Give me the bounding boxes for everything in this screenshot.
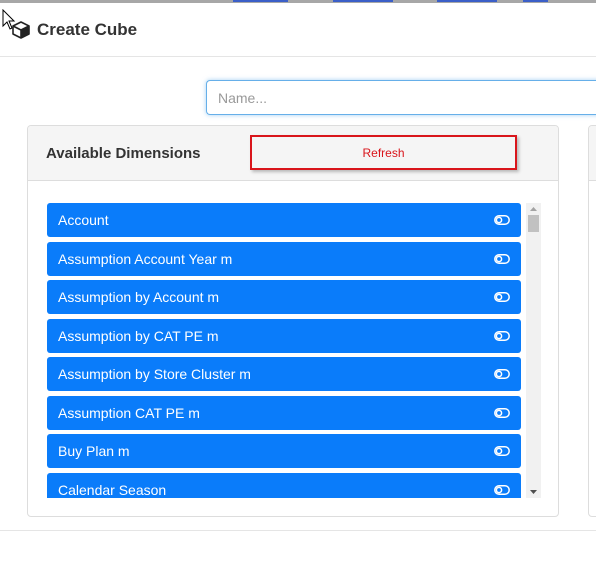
dimension-item[interactable]: Account	[47, 203, 521, 237]
panel-title: Available Dimensions	[46, 145, 201, 162]
dimension-item-label: Assumption by CAT PE m	[58, 328, 219, 344]
toggle-icon[interactable]	[494, 292, 510, 302]
page-header: Create Cube	[0, 5, 596, 57]
toggle-icon[interactable]	[494, 331, 510, 341]
toggle-icon[interactable]	[494, 446, 510, 456]
scrollbar-thumb[interactable]	[528, 215, 539, 232]
dimension-item-label: Assumption CAT PE m	[58, 405, 200, 421]
list-scrollbar[interactable]	[526, 203, 541, 498]
footer-divider	[0, 530, 596, 531]
dimensions-list-container: Account Assumption Account Year m Assump…	[47, 203, 541, 498]
scroll-down-arrow-icon[interactable]	[526, 486, 541, 498]
dimension-item-label: Buy Plan m	[58, 443, 130, 459]
dimension-item[interactable]: Assumption by Store Cluster m	[47, 357, 521, 391]
dimension-item[interactable]: Calendar Season	[47, 473, 521, 498]
top-nav-link[interactable]	[437, 0, 497, 2]
dimension-item[interactable]: Assumption CAT PE m	[47, 396, 521, 430]
toggle-icon[interactable]	[494, 369, 510, 379]
name-input[interactable]	[206, 80, 596, 115]
toggle-icon[interactable]	[494, 215, 510, 225]
dimension-item-label: Assumption Account Year m	[58, 251, 233, 267]
toggle-icon[interactable]	[494, 485, 510, 495]
dimension-item[interactable]: Assumption Account Year m	[47, 242, 521, 276]
page-title: Create Cube	[37, 20, 138, 39]
top-nav-link[interactable]	[333, 0, 393, 2]
toggle-icon[interactable]	[494, 408, 510, 418]
dimension-item[interactable]: Buy Plan m	[47, 434, 521, 468]
refresh-button[interactable]: Refresh	[250, 135, 517, 170]
scroll-up-arrow-icon[interactable]	[526, 203, 541, 215]
dimension-item-label: Assumption by Store Cluster m	[58, 366, 251, 382]
top-nav-link[interactable]	[523, 0, 548, 2]
dimension-item-label: Calendar Season	[58, 482, 167, 498]
toggle-icon[interactable]	[494, 254, 510, 264]
dimension-item-label: Assumption by Account m	[58, 289, 220, 305]
cube-icon	[12, 21, 30, 39]
dimension-item[interactable]: Assumption by CAT PE m	[47, 319, 521, 353]
second-panel-edge	[588, 125, 596, 517]
dimension-item-label: Account	[58, 212, 109, 228]
panel-heading: Available Dimensions Refresh	[28, 126, 558, 181]
available-dimensions-panel: Available Dimensions Refresh Account Ass…	[27, 125, 559, 517]
top-nav-link[interactable]	[233, 0, 288, 2]
dimension-item[interactable]: Assumption by Account m	[47, 280, 521, 314]
